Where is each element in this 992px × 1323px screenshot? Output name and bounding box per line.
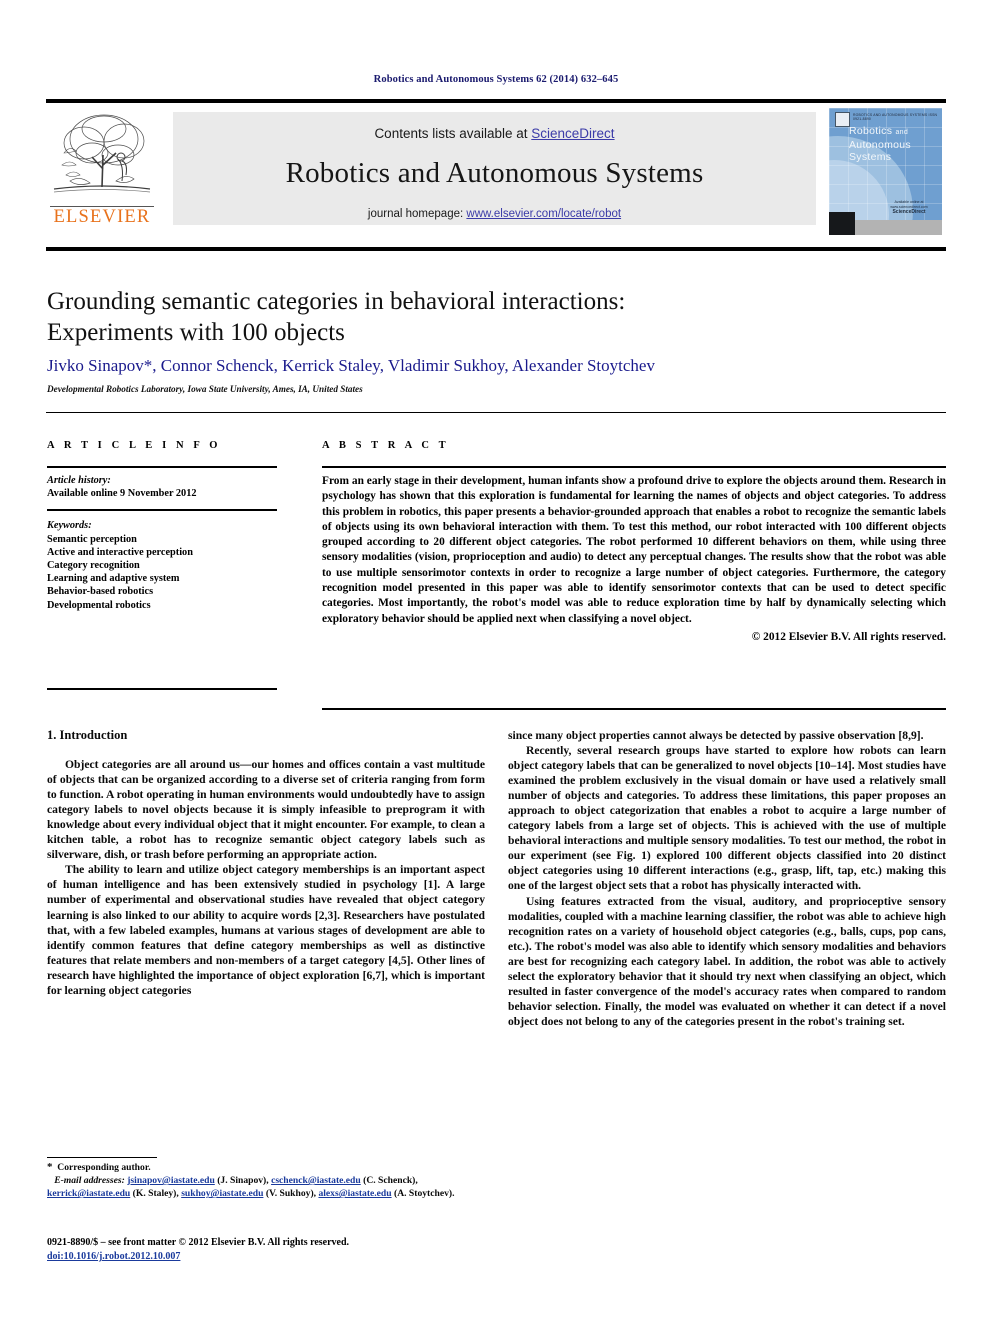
masthead-top-rule [46,99,946,103]
body-column-right: since many object properties cannot alwa… [508,728,946,1029]
title-top-rule [46,247,946,251]
cover-title-and: and [895,129,909,136]
journal-homepage-line: journal homepage: www.elsevier.com/locat… [173,208,816,220]
page-title: Grounding semantic categories in behavio… [47,286,807,348]
abstract-block: From an early stage in their development… [322,474,946,645]
email-link[interactable]: alexs@iastate.edu [318,1188,391,1199]
paragraph: Recently, several research groups have s… [508,744,946,893]
article-info-heading: A R T I C L E I N F O [47,440,222,451]
email-link[interactable]: cschenck@iastate.edu [271,1175,361,1186]
cover-title-line2: Autonomous Systems [849,139,911,163]
article-info-rule [47,466,277,468]
footnote-rule [47,1157,157,1158]
author-list: Jivko Sinapov*, Connor Schenck, Kerrick … [47,356,655,375]
abstract-rule [322,466,946,468]
corresponding-author-text: Corresponding author. [57,1162,151,1173]
email-person: (J. Sinapov), [217,1175,269,1187]
paper-title-line1: Grounding semantic categories in behavio… [47,288,626,315]
corresponding-author-note: * Corresponding author. [47,1161,485,1174]
paragraph: The ability to learn and utilize object … [47,863,485,997]
homepage-prefix: journal homepage: [367,208,467,220]
keyword-item: Developmental robotics [47,599,151,611]
journal-homepage-link[interactable]: www.elsevier.com/locate/robot [466,208,621,220]
cover-title-line1: Robotics [849,125,893,137]
sciencedirect-link[interactable]: ScienceDirect [531,126,614,141]
paper-title-line2: Experiments with 100 objects [47,319,345,346]
asterisk-icon: * [47,1161,53,1173]
abstract-copyright: © 2012 Elsevier B.V. All rights reserved… [751,630,946,643]
article-history-value: Available online 9 November 2012 [47,488,197,500]
email-person: (K. Staley), [132,1188,179,1200]
cover-center-text: Available online at www.sciencedirect.co… [881,200,937,215]
email-label: E-mail addresses: [54,1175,125,1187]
cover-elsevier-mark [835,112,850,127]
cover-microtext: ROBOTICS AND AUTONOMOUS SYSTEMS ISSN 092… [853,113,938,121]
keyword-item: Category recognition [47,560,140,572]
elsevier-logo: ELSEVIER [48,109,156,235]
article-history-label: Article history: [47,475,111,486]
info-section-top-rule [46,412,946,413]
keyword-item: Active and interactive perception [47,546,193,558]
email-person: (V. Sukhoy), [265,1188,317,1200]
article-info-divider [47,509,277,512]
issn-line: 0921-8890/$ – see front matter © 2012 El… [47,1237,350,1248]
keyword-item: Behavior-based robotics [47,586,154,598]
cover-black-block [829,212,855,235]
footnote-block: * Corresponding author. E-mail addresses… [47,1161,485,1200]
article-info-block: Article history: Available online 9 Nove… [47,474,287,612]
elsevier-tree-icon [48,109,156,205]
contents-prefix: Contents lists available at [374,126,532,141]
abstract-text: From an early stage in their development… [322,475,946,625]
email-addresses: E-mail addresses: jsinapov@iastate.edu (… [47,1174,485,1200]
section-heading-introduction: 1. Introduction [47,728,128,742]
body-column-left: 1. Introduction Object categories are al… [47,728,485,998]
journal-masthead: ELSEVIER Contents lists available at Sci… [46,99,946,239]
cover-grey-block [855,220,942,235]
keywords-label: Keywords: [47,520,92,532]
doi-link[interactable]: doi:10.1016/j.robot.2012.10.007 [47,1251,180,1262]
paragraph: Using features extracted from the visual… [508,894,946,1028]
contents-line: Contents lists available at ScienceDirec… [173,126,816,141]
journal-title: Robotics and Autonomous Systems [285,157,704,189]
keyword-item: Learning and adaptive system [47,573,180,585]
email-person: (A. Stoytchev). [394,1188,455,1200]
keyword-item: Semantic perception [47,533,137,545]
paragraph: Object categories are all around us—our … [47,758,485,862]
cover-title: Robotics and Autonomous Systems [849,125,941,163]
journal-article-page: Robotics and Autonomous Systems 62 (2014… [0,0,992,1323]
abstract-bottom-rule [322,708,946,710]
journal-cover-thumbnail: ROBOTICS AND AUTONOMOUS SYSTEMS ISSN 092… [829,108,942,235]
abstract-heading: A B S T R A C T [322,440,450,451]
cover-center-microtext: Available online at www.sciencedirect.co… [890,200,928,209]
email-link[interactable]: kerrick@iastate.edu [47,1188,130,1199]
email-link[interactable]: jsinapov@iastate.edu [127,1175,215,1186]
affiliation: Developmental Robotics Laboratory, Iowa … [47,384,363,394]
cover-center-brand: ScienceDirect [892,209,926,215]
issn-copyright-block: 0921-8890/$ – see front matter © 2012 El… [47,1236,507,1264]
elsevier-wordmark: ELSEVIER [53,207,151,227]
paragraph: since many object properties cannot alwa… [508,729,924,742]
email-link[interactable]: sukhoy@iastate.edu [181,1188,263,1199]
email-person: (C. Schenck), [363,1175,418,1187]
masthead-panel: Contents lists available at ScienceDirec… [173,112,816,225]
running-head: Robotics and Autonomous Systems 62 (2014… [373,74,619,85]
article-info-bottom-rule [47,688,277,690]
